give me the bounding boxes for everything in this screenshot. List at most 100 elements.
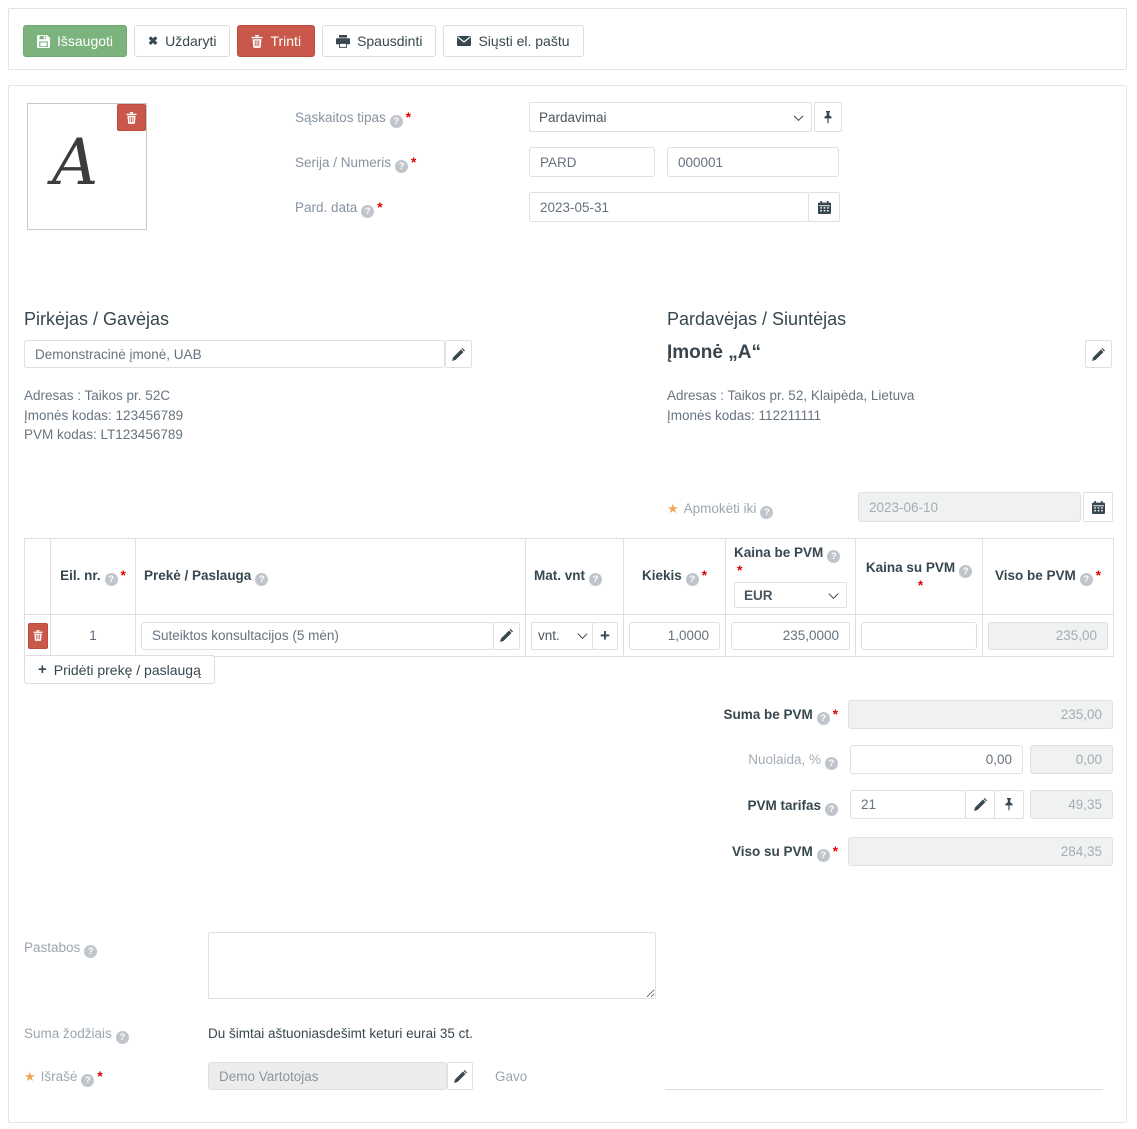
discount-input[interactable] bbox=[850, 745, 1023, 774]
buyer-edit-button[interactable] bbox=[445, 340, 472, 368]
help-icon[interactable]: ? bbox=[686, 573, 699, 586]
items-header-price-excl: Kaina be PVM?* EUR bbox=[726, 539, 856, 615]
item-price-excl-cell bbox=[726, 615, 856, 657]
sale-date-input[interactable] bbox=[529, 192, 809, 222]
logo-image: A bbox=[52, 126, 98, 200]
issued-by-input[interactable] bbox=[208, 1062, 447, 1090]
help-icon[interactable]: ? bbox=[817, 849, 830, 862]
envelope-icon bbox=[457, 36, 471, 46]
vat-rate-pin-button[interactable] bbox=[994, 790, 1024, 819]
vat-amount-input bbox=[1030, 790, 1113, 819]
buyer-address: Adresas : Taikos pr. 52C bbox=[24, 386, 183, 406]
sale-date-calendar-button[interactable] bbox=[808, 192, 840, 222]
help-icon[interactable]: ? bbox=[827, 550, 840, 563]
help-icon[interactable]: ? bbox=[361, 205, 374, 218]
items-header-total-excl: Viso be PVM?* bbox=[983, 539, 1114, 615]
required-asterisk: * bbox=[377, 200, 382, 215]
help-icon[interactable]: ? bbox=[81, 1074, 94, 1087]
help-icon[interactable]: ? bbox=[760, 506, 773, 519]
chevron-down-icon bbox=[578, 629, 588, 639]
pushpin-icon bbox=[823, 111, 833, 124]
item-unit-select[interactable]: vnt. bbox=[531, 622, 593, 650]
received-by-label: Gavo bbox=[495, 1069, 527, 1084]
pushpin-icon bbox=[1004, 798, 1014, 811]
required-asterisk: * bbox=[411, 155, 416, 170]
item-price-incl-cell bbox=[856, 615, 983, 657]
due-date-input[interactable] bbox=[858, 492, 1081, 522]
star-icon: ★ bbox=[667, 501, 679, 516]
issued-by-edit-button[interactable] bbox=[447, 1062, 473, 1090]
series-input[interactable] bbox=[529, 147, 655, 177]
help-icon[interactable]: ? bbox=[1080, 573, 1093, 586]
print-button[interactable]: Spausdinti bbox=[322, 25, 436, 57]
issued-by-label: ★Išrašė?* bbox=[24, 1069, 103, 1087]
help-icon[interactable]: ? bbox=[105, 573, 118, 586]
seller-edit-button[interactable] bbox=[1085, 340, 1112, 368]
trash-icon bbox=[126, 112, 137, 124]
item-unit-value: vnt. bbox=[538, 628, 560, 643]
vat-rate-input[interactable] bbox=[850, 790, 966, 819]
add-item-button-label: Pridėti prekę / paslaugą bbox=[54, 662, 201, 678]
logo-delete-button[interactable] bbox=[117, 104, 146, 131]
buyer-name-input[interactable] bbox=[24, 340, 445, 368]
buyer-section-title: Pirkėjas / Gavėjas bbox=[24, 309, 169, 330]
due-date-calendar-button[interactable] bbox=[1083, 492, 1113, 522]
help-icon[interactable]: ? bbox=[825, 803, 838, 816]
close-button-label: Uždaryti bbox=[165, 33, 216, 49]
item-unit-cell: vnt. + bbox=[526, 615, 624, 657]
help-icon[interactable]: ? bbox=[395, 160, 408, 173]
item-price-incl-input[interactable] bbox=[861, 622, 977, 650]
vat-rate-edit-button[interactable] bbox=[965, 790, 995, 819]
add-unit-button[interactable]: + bbox=[592, 622, 618, 650]
items-header-row: Eil. nr.?* Prekė / Paslauga? Mat. vnt? K… bbox=[25, 539, 1114, 615]
seller-company-code: Įmonės kodas: 112211111 bbox=[667, 406, 914, 426]
delete-button-label: Trinti bbox=[270, 33, 301, 49]
help-icon[interactable]: ? bbox=[589, 573, 602, 586]
item-product-edit-button[interactable] bbox=[493, 622, 520, 650]
buyer-company-code: Įmonės kodas: 123456789 bbox=[24, 406, 183, 426]
help-icon[interactable]: ? bbox=[255, 573, 268, 586]
items-header-line-no: Eil. nr.?* bbox=[51, 539, 136, 615]
number-input[interactable] bbox=[667, 147, 839, 177]
item-row: 1 vnt. + bbox=[25, 615, 1114, 657]
invoice-type-label: Sąskaitos tipas?* bbox=[295, 110, 411, 128]
chevron-down-icon bbox=[829, 589, 839, 599]
help-icon[interactable]: ? bbox=[959, 565, 972, 578]
save-button[interactable]: Išsaugoti bbox=[23, 25, 127, 57]
plus-icon: + bbox=[600, 626, 610, 646]
chevron-down-icon bbox=[794, 111, 804, 121]
pencil-icon bbox=[974, 798, 987, 811]
sale-date-label: Pard. data?* bbox=[295, 200, 383, 218]
currency-select[interactable]: EUR bbox=[734, 582, 847, 608]
help-icon[interactable]: ? bbox=[116, 1031, 129, 1044]
printer-icon bbox=[336, 35, 350, 48]
invoice-type-pin-button[interactable] bbox=[814, 102, 842, 132]
send-email-button[interactable]: Siųsti el. paštu bbox=[443, 25, 583, 57]
item-delete-button[interactable] bbox=[28, 623, 48, 649]
invoice-type-select[interactable]: Pardavimai bbox=[529, 102, 812, 132]
buyer-details: Adresas : Taikos pr. 52C Įmonės kodas: 1… bbox=[24, 386, 183, 445]
seller-address: Adresas : Taikos pr. 52, Klaipėda, Lietu… bbox=[667, 386, 914, 406]
item-qty-input[interactable] bbox=[629, 622, 720, 650]
add-item-button[interactable]: + Pridėti prekę / paslaugą bbox=[24, 655, 215, 684]
pencil-icon bbox=[1092, 348, 1105, 361]
star-icon: ★ bbox=[24, 1069, 36, 1084]
help-icon[interactable]: ? bbox=[817, 712, 830, 725]
close-button[interactable]: ✖ Uždaryti bbox=[134, 25, 230, 57]
items-header-actions bbox=[25, 539, 51, 615]
notes-textarea[interactable] bbox=[208, 932, 656, 999]
seller-name: Įmonė „A“ bbox=[667, 342, 761, 364]
help-icon[interactable]: ? bbox=[84, 945, 97, 958]
help-icon[interactable]: ? bbox=[825, 757, 838, 770]
items-header-price-incl: Kaina su PVM?* bbox=[856, 539, 983, 615]
discount-amount-input bbox=[1030, 745, 1113, 774]
item-actions-cell bbox=[25, 615, 51, 657]
help-icon[interactable]: ? bbox=[390, 115, 403, 128]
required-asterisk: * bbox=[406, 110, 411, 125]
item-product-input[interactable] bbox=[141, 622, 494, 650]
calendar-icon bbox=[818, 201, 831, 214]
required-asterisk: * bbox=[918, 578, 923, 593]
item-price-excl-input[interactable] bbox=[731, 622, 850, 650]
pencil-icon bbox=[500, 629, 513, 642]
delete-button[interactable]: Trinti bbox=[237, 25, 315, 57]
